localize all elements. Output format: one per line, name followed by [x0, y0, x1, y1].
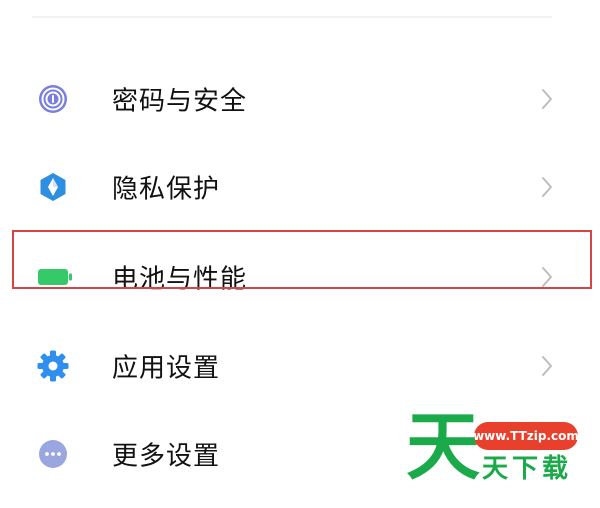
more-icon	[36, 437, 70, 471]
watermark-text: 天下载	[482, 454, 573, 484]
settings-item-label: 隐私保护	[112, 174, 221, 205]
watermark-url: www.TTzip.com	[473, 422, 579, 450]
chevron-right-icon	[538, 175, 556, 199]
shield-icon	[36, 170, 70, 204]
settings-item-label: 更多设置	[112, 441, 221, 472]
settings-item-privacy[interactable]: 隐私保护	[0, 151, 600, 223]
settings-item-label: 电池与性能	[112, 264, 248, 295]
top-divider	[32, 16, 552, 18]
battery-icon	[36, 260, 74, 294]
settings-item-battery-performance[interactable]: 电池与性能	[0, 241, 600, 313]
chevron-right-icon	[538, 265, 556, 289]
chevron-right-icon	[538, 354, 556, 378]
gear-icon	[36, 349, 70, 383]
chevron-right-icon	[538, 87, 556, 111]
fingerprint-icon	[36, 82, 70, 116]
watermark-big-char: 天	[406, 404, 480, 490]
settings-item-label: 应用设置	[112, 353, 221, 384]
settings-item-app-settings[interactable]: 应用设置	[0, 330, 600, 402]
settings-item-label: 密码与安全	[112, 86, 248, 117]
watermark-logo: 天 www.TTzip.com 天下载	[400, 410, 600, 508]
settings-item-password-security[interactable]: 密码与安全	[0, 63, 600, 135]
